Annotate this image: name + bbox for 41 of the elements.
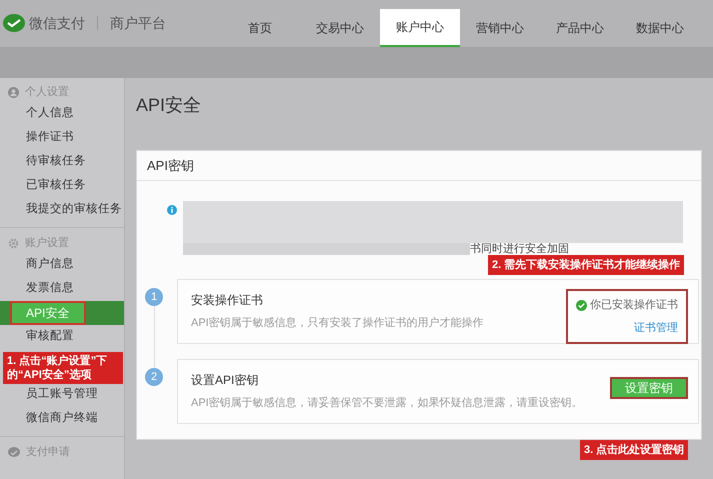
sidebar-group-title: 账户设置 [25, 236, 69, 251]
gear-icon [8, 238, 19, 248]
sidebar-item[interactable]: 操作证书 [0, 126, 124, 150]
step-number: 1 [145, 288, 163, 306]
platform-name: 商户平台 [110, 14, 166, 32]
page-title: API安全 [136, 94, 202, 117]
nav-tab[interactable]: 首页 [220, 9, 300, 47]
nav-tab[interactable]: 产品中心 [540, 9, 620, 47]
nav-tab[interactable]: 交易中心 [300, 9, 380, 47]
status-text: 你已安装操作证书 [590, 298, 678, 313]
sidebar-group-title: 个人设置 [25, 84, 69, 100]
annotation-callout: 2. 需先下载安装操作证书才能继续操作 [488, 255, 684, 275]
sidebar-item[interactable]: 商户信息 [0, 253, 124, 277]
sidebar-item[interactable]: 审核配置 [0, 325, 124, 349]
sidebar-item[interactable]: 已审核任务 [0, 174, 124, 198]
info-icon [167, 205, 177, 215]
step-number: 2 [145, 368, 163, 386]
step-title: 设置API密钥 [191, 372, 260, 390]
nav-tab[interactable]: 数据中心 [620, 9, 700, 47]
sidebar-item[interactable]: 微信商户终端 [0, 407, 124, 431]
certificate-link[interactable]: 证书管理 [634, 320, 678, 336]
step-description: API密钥属于敏感信息，请妥善保管不要泄露，如果怀疑信息泄露，请重设密钥。 [191, 396, 583, 412]
nav-tab[interactable]: 账户中心 [380, 9, 460, 47]
step-title: 安装操作证书 [191, 292, 264, 310]
chat-icon [8, 446, 20, 458]
user-icon [8, 86, 19, 98]
notice-text: 书同时进行安全加固 [470, 243, 569, 255]
annotation-callout: 3. 点击此处设置密钥 [580, 440, 688, 460]
step-description: API密钥属于敏感信息，只有安装了操作证书的用户才能操作 [191, 316, 484, 332]
check-circle-icon [576, 300, 587, 311]
sidebar-item[interactable]: 我提交的审核任务 [0, 198, 124, 222]
annotation-callout: 1. 点击“账户设置”下的“API安全”选项 [3, 352, 123, 384]
card-title: API密钥 [137, 151, 701, 181]
sidebar-group-title: 支付申请 [26, 444, 70, 460]
brand-name: 微信支付 [29, 14, 85, 32]
wechat-pay-logo-icon [3, 14, 25, 32]
sidebar-item[interactable]: 待审核任务 [0, 150, 124, 174]
nav-tab[interactable]: 营销中心 [460, 9, 540, 47]
sidebar-item[interactable]: 员工账号管理 [0, 383, 124, 407]
sidebar-item[interactable]: 个人信息 [0, 102, 124, 126]
sidebar-item[interactable]: 发票信息 [0, 277, 124, 301]
